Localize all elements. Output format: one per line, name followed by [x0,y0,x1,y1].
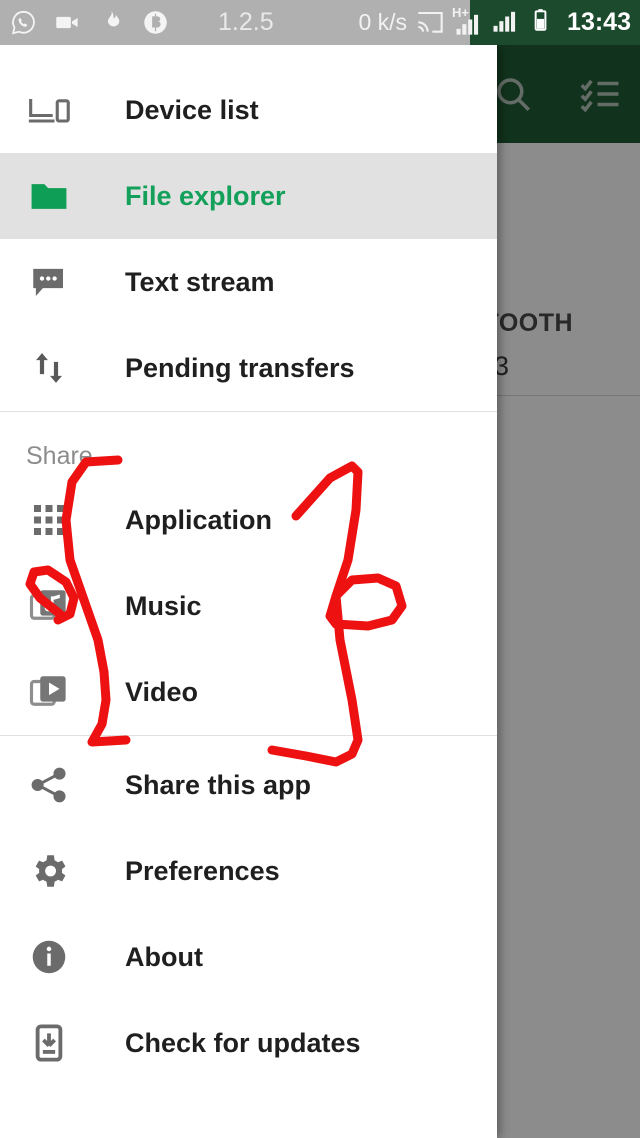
drawer-item-application[interactable]: Application [0,477,497,563]
signal-type-label: H+ [452,4,470,20]
drawer-item-about[interactable]: About [0,914,497,1000]
video-stack-icon [26,669,72,715]
cast-icon [416,6,444,39]
drawer-item-pending-transfers[interactable]: Pending transfers [0,325,497,411]
drawer-section-footer: Share this app Preferences About Check f… [0,736,497,1086]
status-version-text: 1.2.5 [218,8,274,36]
phone-screen: LUETOOTH ).mp3 by - p3 [0,0,640,1138]
status-system-icons: 0 k/s H+ 13:43 [358,0,631,45]
drawer-item-label: Check for updates [125,1027,361,1058]
drawer-item-label: Device list [125,94,259,125]
drawer-item-label: About [125,941,203,972]
video-camera-icon [54,9,81,36]
flame-icon [98,9,125,36]
folder-icon [26,173,72,219]
drawer-item-video[interactable]: Video [0,649,497,735]
signal-bars-icon: H+ [452,5,481,37]
drawer-item-label: Share this app [125,769,312,800]
chat-bubble-icon [26,259,72,305]
drawer-item-label: Music [125,590,202,621]
drawer-item-label: Video [125,676,199,707]
clock-text: 13:43 [567,8,631,36]
drawer-item-label: Pending transfers [125,352,355,383]
drawer-group-title-share: Share [26,442,93,470]
gear-icon [26,848,72,894]
drawer-item-file-explorer[interactable]: File explorer [0,153,497,239]
battery-icon [527,7,553,38]
info-circle-icon [26,934,72,980]
drawer-item-music[interactable]: Music [0,563,497,649]
drawer-section-share: Share Application Music Video [0,412,497,735]
whatsapp-icon [10,9,37,36]
navigation-drawer: Device list File explorer Text stream Pe… [0,45,497,1138]
apps-grid-icon [26,497,72,543]
status-bar: 1.2.5 0 k/s H+ 13:43 [0,0,640,45]
drawer-item-label: Text stream [125,266,275,297]
drawer-item-label: Application [125,504,272,535]
drawer-item-preferences[interactable]: Preferences [0,828,497,914]
share-nodes-icon [26,762,72,808]
drawer-item-share-this-app[interactable]: Share this app [0,742,497,828]
status-notification-icons [0,9,169,36]
drawer-section-primary: Device list File explorer Text stream Pe… [0,45,497,411]
drawer-item-device-list[interactable]: Device list [0,67,497,153]
drawer-item-label: File explorer [125,180,286,211]
devices-icon [26,87,72,133]
music-stack-icon [26,583,72,629]
network-speed-text: 0 k/s [358,9,408,35]
signal-bars-icon-2 [490,6,518,39]
drawer-item-check-for-updates[interactable]: Check for updates [0,1000,497,1086]
transfer-arrows-icon [26,345,72,391]
circle-logo-icon [142,9,169,36]
drawer-item-text-stream[interactable]: Text stream [0,239,497,325]
phone-download-icon [26,1020,72,1066]
drawer-item-label: Preferences [125,855,280,886]
